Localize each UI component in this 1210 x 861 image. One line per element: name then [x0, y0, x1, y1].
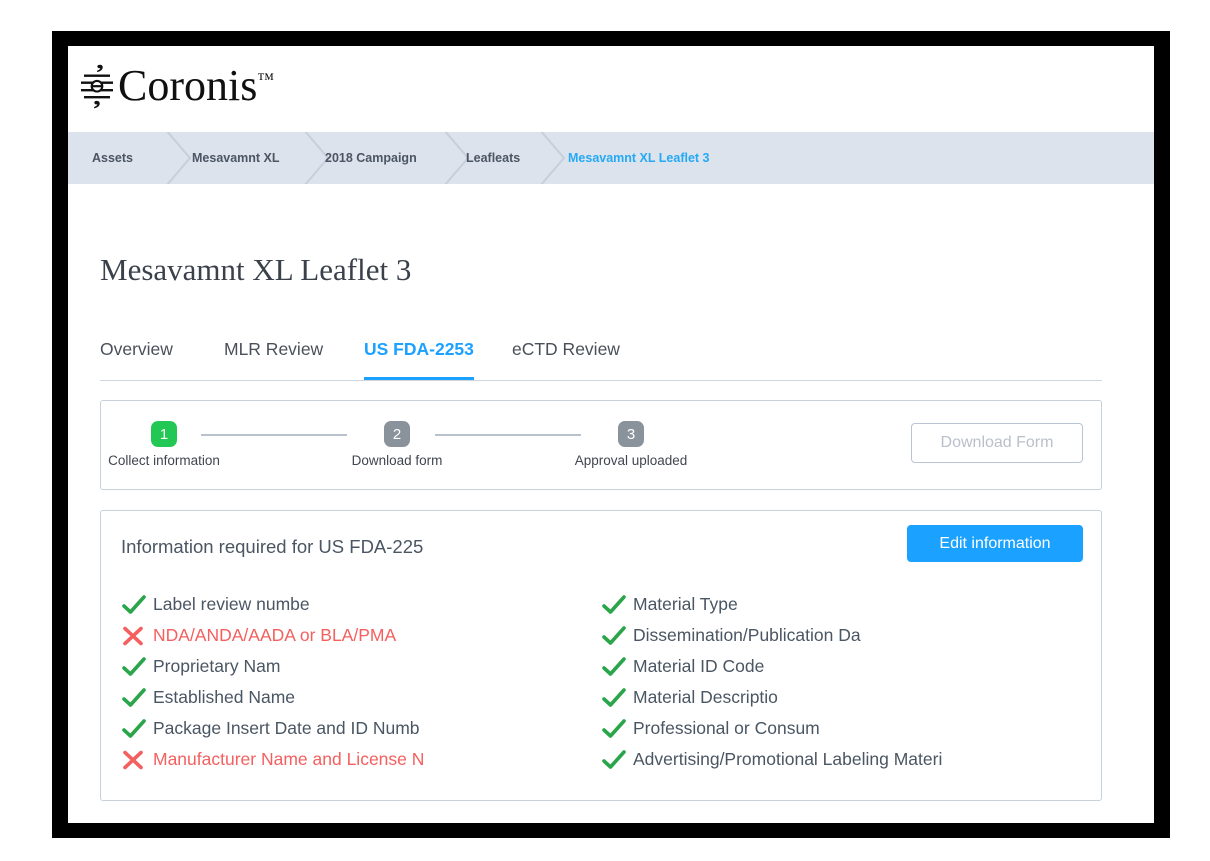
requirement-label: Proprietary Nam: [153, 656, 281, 676]
requirement-item: Dissemination/Publication Da: [601, 620, 993, 651]
requirement-item: Material ID Code: [601, 651, 993, 682]
requirement-label: Advertising/Promotional Labeling Materi: [633, 749, 943, 769]
requirement-label: Label review numbe: [153, 594, 310, 614]
check-icon: [122, 718, 146, 738]
requirement-label: Manufacturer Name and License N: [153, 749, 425, 769]
requirement-label: NDA/ANDA/AADA or BLA/PMA: [153, 625, 397, 645]
requirement-label: Professional or Consum: [633, 718, 820, 738]
download-form-button[interactable]: Download Form: [911, 423, 1083, 463]
check-icon: [602, 749, 626, 769]
check-icon: [602, 718, 626, 738]
check-icon: [602, 656, 626, 676]
requirement-label: Material Type: [633, 594, 738, 614]
check-icon: [122, 656, 146, 676]
step-1-label: Collect information: [108, 453, 220, 468]
app-header: Coronis™: [68, 46, 1154, 132]
check-icon: [602, 687, 626, 707]
brand-name: Coronis™: [118, 64, 274, 108]
coronis-glyph-icon: [81, 64, 113, 109]
requirement-label: Material ID Code: [633, 656, 765, 676]
trademark-symbol: ™: [257, 69, 275, 89]
requirement-item: Advertising/Promotional Labeling Materi: [601, 744, 993, 775]
check-icon: [122, 594, 146, 614]
check-icon: [602, 594, 626, 614]
requirement-item: Material Type: [601, 589, 993, 620]
step-2-badge: 2: [384, 421, 410, 447]
requirement-item: Package Insert Date and ID Numb: [121, 713, 481, 744]
breadcrumb-item-mesavamnt-xl[interactable]: Mesavamnt XL: [192, 132, 280, 184]
brand-name-text: Coronis: [118, 61, 258, 110]
brand-logo[interactable]: Coronis™: [78, 60, 274, 112]
tab-overview[interactable]: Overview: [100, 339, 173, 380]
requirements-right-column: Material Type Dissemination/Publication …: [601, 589, 993, 775]
app-window: Coronis™ Assets Mesavamnt XL 2018 Campai…: [68, 46, 1154, 823]
requirement-label: Package Insert Date and ID Numb: [153, 718, 420, 738]
requirement-label: Established Name: [153, 687, 296, 707]
tab-bar: Overview MLR Review US FDA-2253 eCTD Rev…: [100, 339, 1102, 381]
requirement-label: Dissemination/Publication Da: [633, 625, 861, 645]
step-connector-1: [201, 434, 347, 436]
requirements-left-column: Label review numbe NDA/ANDA/AADA or BLA/…: [121, 589, 481, 775]
tab-us-fda-2253[interactable]: US FDA-2253: [364, 339, 474, 380]
breadcrumb: Assets Mesavamnt XL 2018 Campaign Leafle…: [68, 132, 1154, 184]
tab-mlr-review[interactable]: MLR Review: [224, 339, 323, 380]
info-card-title: Information required for US FDA-225: [121, 536, 424, 557]
page-title: Mesavamnt XL Leaflet 3: [100, 252, 412, 287]
requirement-item: Proprietary Nam: [121, 651, 481, 682]
required-information-card: Information required for US FDA-225 Edit…: [100, 510, 1102, 801]
breadcrumb-item-assets[interactable]: Assets: [92, 132, 133, 184]
requirement-label: Material Descriptio: [633, 687, 778, 707]
step-3-badge: 3: [618, 421, 644, 447]
edit-information-button[interactable]: Edit information: [907, 525, 1083, 562]
requirement-item: NDA/ANDA/AADA or BLA/PMA: [121, 620, 481, 651]
cross-icon: [123, 626, 143, 645]
breadcrumb-item-leafleats[interactable]: Leafleats: [466, 132, 520, 184]
requirement-item: Established Name: [121, 682, 481, 713]
breadcrumb-item-2018-campaign[interactable]: 2018 Campaign: [325, 132, 417, 184]
tab-ectd-review[interactable]: eCTD Review: [512, 339, 620, 380]
step-1-badge: 1: [151, 421, 177, 447]
breadcrumb-item-current[interactable]: Mesavamnt XL Leaflet 3: [568, 132, 710, 184]
requirement-item: Material Descriptio: [601, 682, 993, 713]
step-1[interactable]: 1 Collect information: [108, 421, 220, 468]
requirement-item: Label review numbe: [121, 589, 481, 620]
step-2-label: Download form: [351, 453, 443, 468]
step-connector-2: [435, 434, 581, 436]
page-body: Mesavamnt XL Leaflet 3 Overview MLR Revi…: [68, 184, 1154, 823]
step-3[interactable]: 3 Approval uploaded: [575, 421, 687, 468]
check-icon: [122, 687, 146, 707]
step-2[interactable]: 2 Download form: [352, 421, 442, 468]
requirement-item: Manufacturer Name and License N: [121, 744, 481, 775]
step-3-label: Approval uploaded: [574, 453, 688, 468]
check-icon: [602, 625, 626, 645]
requirement-item: Professional or Consum: [601, 713, 993, 744]
stepper-card: 1 Collect information 2 Download form 3 …: [100, 400, 1102, 490]
cross-icon: [123, 750, 143, 769]
